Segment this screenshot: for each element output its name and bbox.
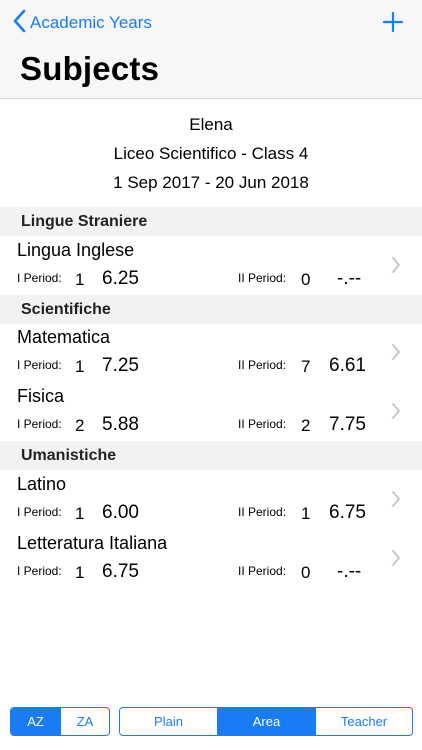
subject-row[interactable]: Lingua Inglese I Period: 1 6.25 II Perio… <box>0 236 422 295</box>
page-title: Subjects <box>20 50 160 87</box>
period-2-count: 0 <box>301 563 311 582</box>
subject-row[interactable]: Latino I Period: 1 6.00 II Period: 1 6.7… <box>0 470 422 529</box>
view-segmented-control: Plain Area Teacher <box>119 707 413 736</box>
period-1-grade: 6.00 <box>102 502 139 523</box>
section-header: Lingue Straniere <box>0 207 422 236</box>
date-range: 1 Sep 2017 - 20 Jun 2018 <box>113 173 309 192</box>
section-title: Umanistiche <box>21 447 117 464</box>
period-1-grade: 6.75 <box>102 561 139 582</box>
period-2-label: II Period: <box>238 358 287 372</box>
year-info: Elena Liceo Scientifico - Class 4 1 Sep … <box>0 110 422 197</box>
chevron-right-icon <box>390 402 402 420</box>
period-2-count: 2 <box>301 416 311 435</box>
period-1-count: 1 <box>75 357 85 376</box>
period-2-label: II Period: <box>238 505 287 519</box>
back-button[interactable]: Academic Years <box>12 9 152 38</box>
view-plain-button[interactable]: Plain <box>120 708 217 735</box>
chevron-right-icon <box>390 256 402 274</box>
period-2-grade: -.-- <box>337 561 362 582</box>
section-header: Umanistiche <box>0 441 422 470</box>
period-2-count: 0 <box>301 270 311 289</box>
chevron-right-icon <box>390 343 402 361</box>
period-2-label: II Period: <box>238 564 287 578</box>
subject-name: Fisica <box>17 386 65 406</box>
period-2-grade: 6.61 <box>329 355 366 376</box>
period-1-label: I Period: <box>17 417 62 431</box>
period-1-label: I Period: <box>17 358 62 372</box>
add-button[interactable] <box>382 10 404 34</box>
back-button-label: Academic Years <box>30 13 152 32</box>
section-header: Scientifiche <box>0 295 422 324</box>
school-class: Liceo Scientifico - Class 4 <box>113 144 309 163</box>
navigation-bar: Academic Years Subjects <box>0 0 422 99</box>
period-2-count: 7 <box>301 357 311 376</box>
view-area-button[interactable]: Area <box>217 708 315 735</box>
subject-row[interactable]: Letteratura Italiana I Period: 1 6.75 II… <box>0 529 422 588</box>
period-1-count: 2 <box>75 416 85 435</box>
sort-segmented-control: AZ ZA <box>10 707 110 736</box>
period-1-label: I Period: <box>17 505 62 519</box>
period-1-grade: 7.25 <box>102 355 139 376</box>
sort-za-button[interactable]: ZA <box>60 708 109 735</box>
plus-icon <box>382 11 404 38</box>
section-title: Lingue Straniere <box>21 213 148 230</box>
subject-name: Lingua Inglese <box>17 240 135 260</box>
period-2-count: 1 <box>301 504 311 523</box>
period-1-count: 1 <box>75 270 85 289</box>
chevron-right-icon <box>390 490 402 508</box>
period-2-grade: -.-- <box>337 268 362 289</box>
period-1-grade: 6.25 <box>102 268 139 289</box>
view-teacher-button[interactable]: Teacher <box>315 708 412 735</box>
period-1-label: I Period: <box>17 564 62 578</box>
period-2-label: II Period: <box>238 417 287 431</box>
subject-row[interactable]: Fisica I Period: 2 5.88 II Period: 2 7.7… <box>0 382 422 441</box>
period-1-label: I Period: <box>17 271 62 285</box>
period-2-grade: 6.75 <box>329 502 366 523</box>
period-2-grade: 7.75 <box>329 414 366 435</box>
bottom-toolbar: AZ ZA Plain Area Teacher <box>0 700 422 750</box>
period-1-count: 1 <box>75 504 85 523</box>
subject-name: Matematica <box>17 327 111 347</box>
section-title: Scientifiche <box>21 301 111 318</box>
sort-az-button[interactable]: AZ <box>11 708 60 735</box>
period-1-grade: 5.88 <box>102 414 139 435</box>
student-name: Elena <box>189 115 233 134</box>
chevron-right-icon <box>390 549 402 567</box>
period-2-label: II Period: <box>238 271 287 285</box>
chevron-left-icon <box>12 9 30 38</box>
subject-name: Letteratura Italiana <box>17 533 168 553</box>
subject-row[interactable]: Matematica I Period: 1 7.25 II Period: 7… <box>0 323 422 382</box>
period-1-count: 1 <box>75 563 85 582</box>
subject-name: Latino <box>17 474 67 494</box>
